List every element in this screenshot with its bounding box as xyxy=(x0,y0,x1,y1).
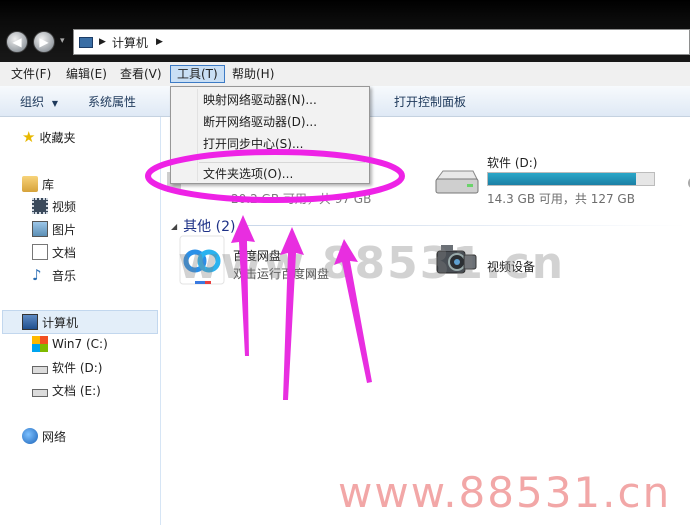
arrow-3 xyxy=(334,239,372,383)
highlight-ring xyxy=(145,149,405,203)
annotation-arrows xyxy=(231,215,372,400)
arrow-1 xyxy=(231,215,255,356)
arrow-2 xyxy=(280,227,304,400)
annotation-overlay xyxy=(145,149,405,400)
